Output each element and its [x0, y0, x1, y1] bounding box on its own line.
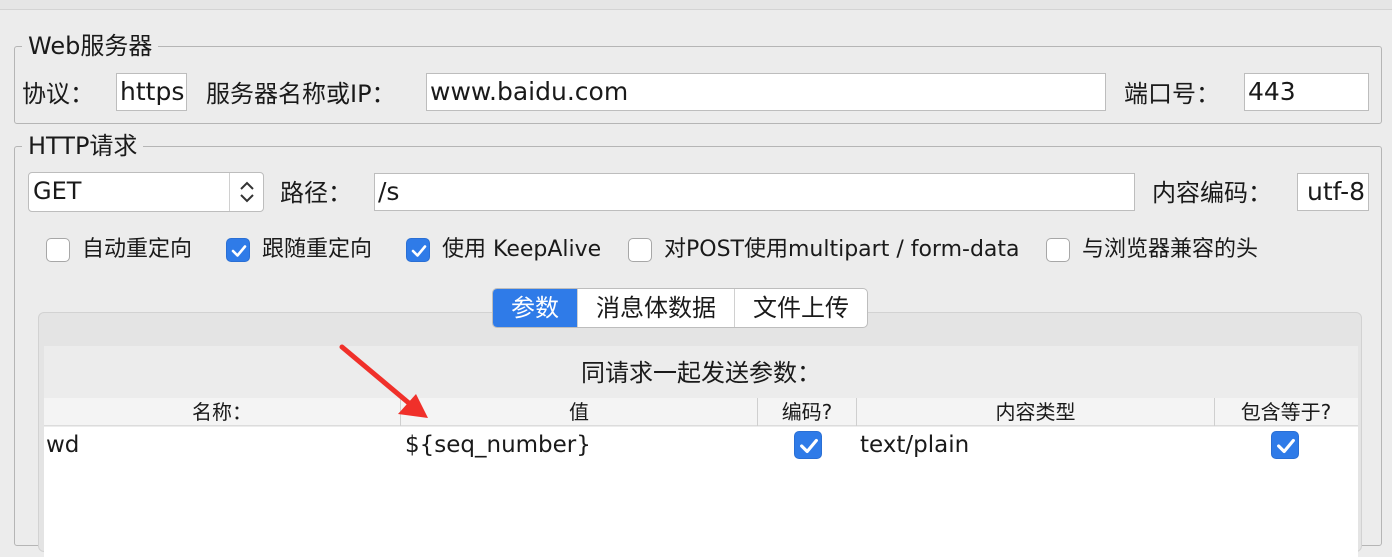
column-header-content-type[interactable]: 内容类型 — [857, 398, 1215, 426]
browser-compatible-headers-checkbox[interactable] — [1046, 238, 1070, 262]
content-encoding-label: 内容编码： — [1152, 179, 1272, 207]
multipart-label: 对POST使用multipart / form-data — [664, 237, 1020, 262]
parameters-caption: 同请求一起发送参数： — [581, 359, 821, 387]
auto-redirect-checkbox[interactable] — [46, 238, 70, 262]
param-encode-checkbox[interactable] — [794, 431, 822, 459]
top-toolbar-edge — [0, 0, 1392, 10]
checkmark-icon — [1277, 438, 1295, 454]
table-row[interactable]: wd ${seq_number} text/plain — [44, 427, 1358, 463]
protocol-field[interactable]: https — [116, 73, 187, 111]
follow-redirects-checkbox[interactable] — [226, 238, 250, 262]
checkmark-icon — [231, 245, 247, 257]
param-name-cell[interactable]: wd — [46, 427, 79, 463]
port-field[interactable]: 443 — [1244, 73, 1369, 111]
method-select[interactable]: GET — [28, 172, 264, 212]
multipart-checkbox[interactable] — [628, 238, 652, 262]
tab-body-data[interactable]: 消息体数据 — [578, 289, 735, 327]
follow-redirects-label: 跟随重定向 — [262, 237, 373, 262]
parameters-table-area: 同请求一起发送参数： 名称： 值 编码? 内容类型 包含等于? wd ${seq… — [44, 346, 1358, 557]
keepalive-label: 使用 KeepAlive — [442, 237, 602, 262]
column-header-value[interactable]: 值 — [401, 398, 758, 426]
path-label: 路径： — [280, 179, 352, 207]
content-encoding-field[interactable]: utf-8 — [1297, 173, 1369, 211]
param-value-cell[interactable]: ${seq_number} — [405, 427, 591, 463]
column-header-encode[interactable]: 编码? — [758, 398, 857, 426]
tab-files-upload[interactable]: 文件上传 — [735, 289, 867, 327]
path-field[interactable]: /s — [374, 173, 1135, 211]
http-request-group-title: HTTP请求 — [22, 131, 144, 161]
tab-parameters[interactable]: 参数 — [493, 289, 578, 327]
parameters-table-header: 名称： 值 编码? 内容类型 包含等于? — [44, 398, 1358, 426]
param-content-type-cell[interactable]: text/plain — [860, 427, 969, 463]
server-name-label: 服务器名称或IP： — [206, 80, 396, 108]
auto-redirect-label: 自动重定向 — [82, 237, 193, 262]
chevron-up-down-icon — [229, 173, 263, 211]
checkmark-icon — [800, 438, 818, 454]
keepalive-checkbox[interactable] — [406, 238, 430, 262]
browser-compatible-headers-label: 与浏览器兼容的头 — [1082, 237, 1259, 262]
column-header-include-equals[interactable]: 包含等于? — [1215, 398, 1357, 426]
server-name-field[interactable]: www.baidu.com — [426, 73, 1106, 111]
parameters-table-body: wd ${seq_number} text/plain — [44, 427, 1358, 557]
port-label: 端口号： — [1124, 80, 1220, 108]
checkmark-icon — [411, 245, 427, 257]
column-header-name[interactable]: 名称： — [44, 398, 401, 426]
method-select-value: GET — [33, 177, 82, 205]
web-server-group-title: Web服务器 — [22, 31, 159, 61]
request-tabs: 参数 消息体数据 文件上传 — [492, 288, 868, 328]
protocol-label: 协议： — [22, 80, 94, 108]
param-include-equals-checkbox[interactable] — [1271, 431, 1299, 459]
